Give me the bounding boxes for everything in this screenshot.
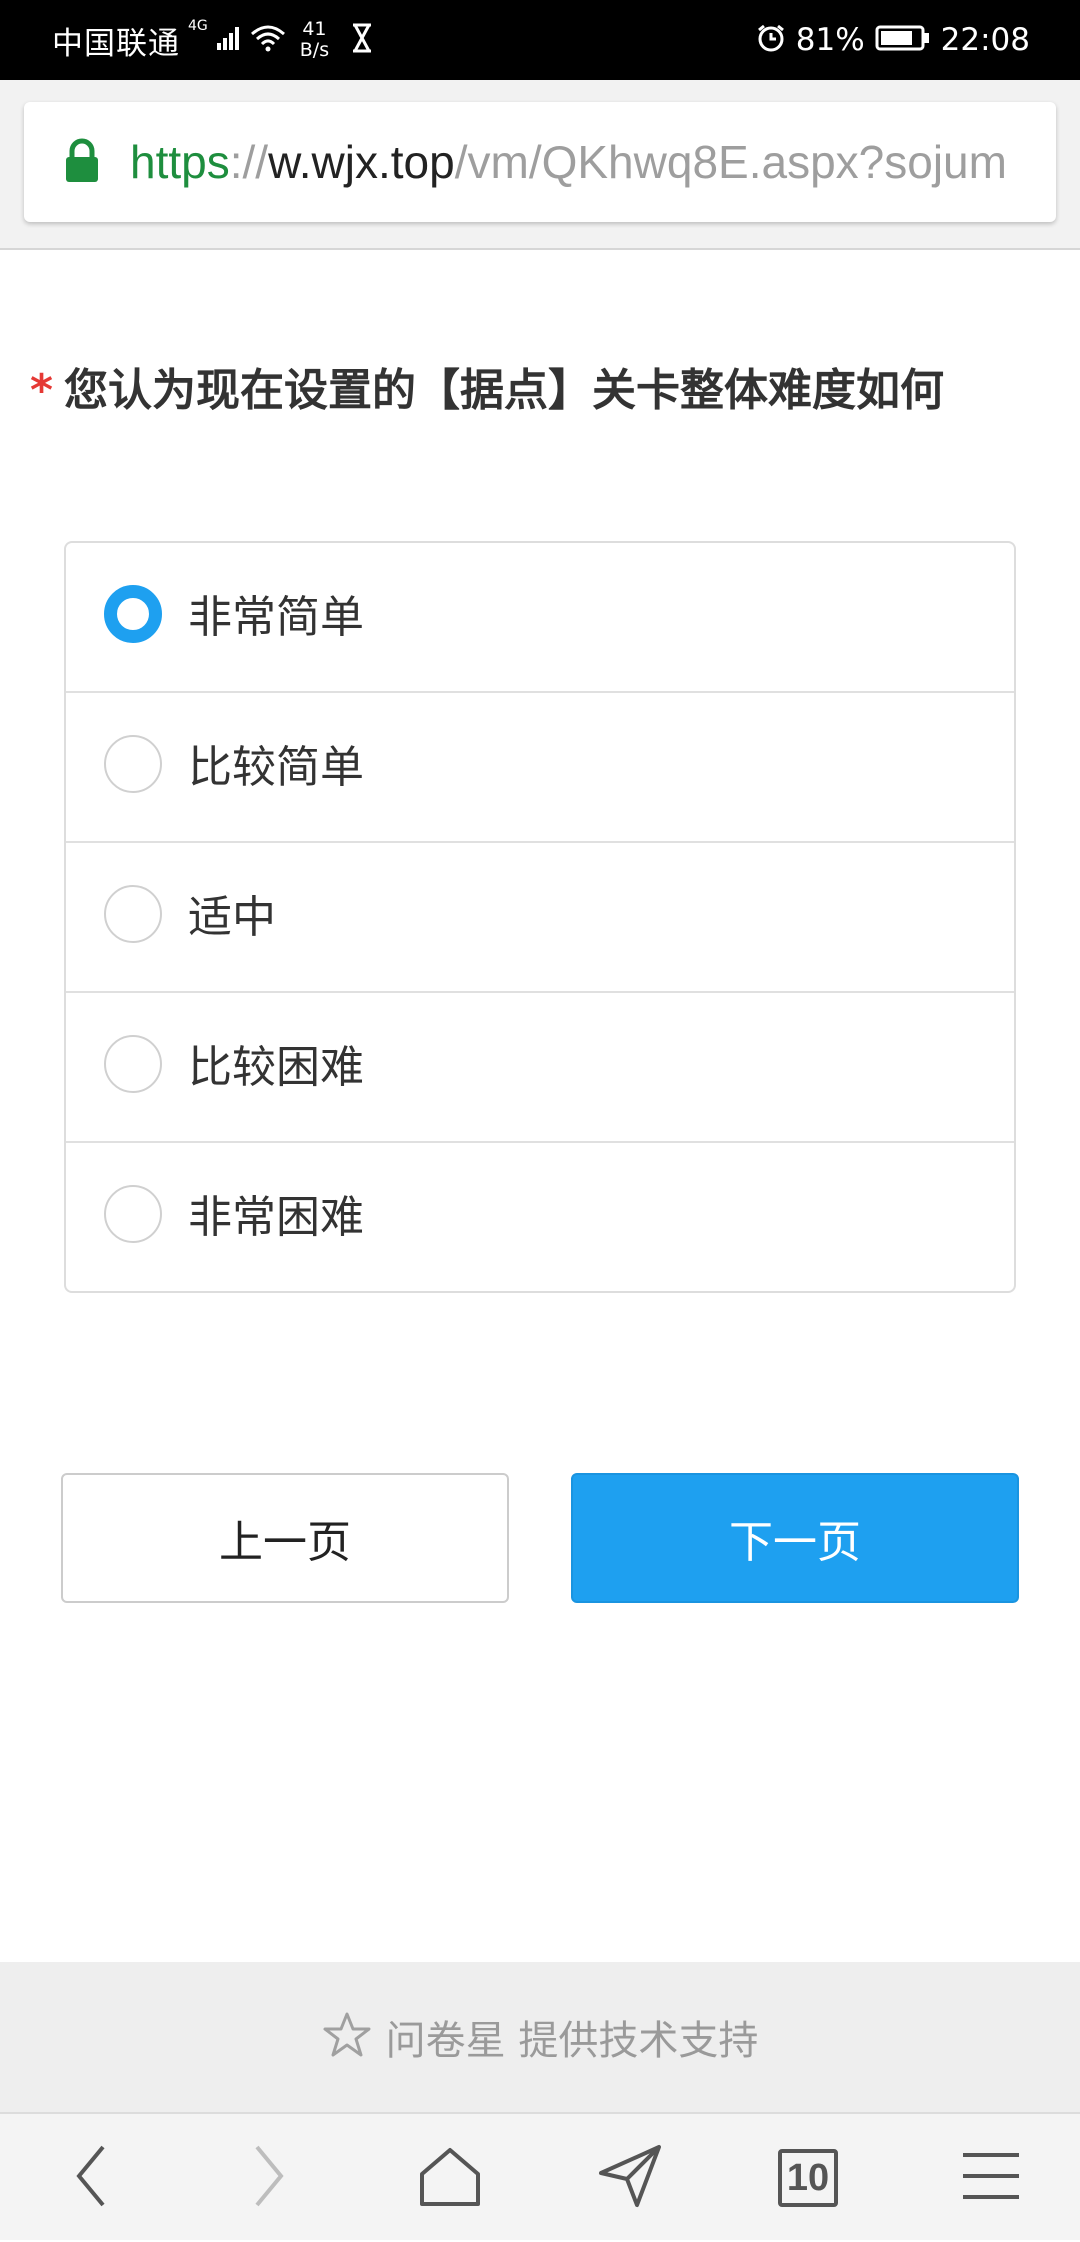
signal-icon xyxy=(216,25,242,55)
status-bar-left: 中国联通 4G 41 B/s xyxy=(52,0,373,80)
option-very-easy[interactable]: 非常简单 xyxy=(66,543,1014,693)
address-bar[interactable]: https://w.wjx.top/vm/QKhwq8E.aspx?sojum xyxy=(24,102,1056,222)
option-moderate[interactable]: 适中 xyxy=(66,843,1014,993)
lock-icon xyxy=(64,138,100,188)
battery-percent: 81% xyxy=(795,22,865,58)
radio-button[interactable] xyxy=(104,585,162,643)
question-text: 您认为现在设置的【据点】关卡整体难度如何 xyxy=(64,365,944,416)
footer: 问卷星 提供技术支持 xyxy=(0,1962,1080,2112)
carrier-name: 中国联通 xyxy=(52,25,180,62)
back-button[interactable] xyxy=(16,2114,166,2242)
wifi-icon xyxy=(250,24,286,56)
status-bar: 中国联通 4G 41 B/s 81% 22:08 xyxy=(0,0,1080,80)
next-page-button[interactable]: 下一页 xyxy=(571,1473,1019,1603)
forward-button[interactable] xyxy=(194,2114,344,2242)
url-separator: :// xyxy=(229,136,269,188)
option-label: 适中 xyxy=(188,892,276,943)
option-fairly-hard[interactable]: 比较困难 xyxy=(66,993,1014,1143)
network-speed: 41 B/s xyxy=(300,19,329,61)
option-label: 比较困难 xyxy=(188,1042,364,1093)
send-icon xyxy=(597,2143,663,2213)
radio-button[interactable] xyxy=(104,735,162,793)
browser-toolbar: https://w.wjx.top/vm/QKhwq8E.aspx?sojum xyxy=(0,80,1080,250)
url-host: w.wjx.top xyxy=(268,136,455,188)
battery-icon xyxy=(875,24,931,56)
option-label: 比较简单 xyxy=(188,742,364,793)
footer-text[interactable]: 问卷星 提供技术支持 xyxy=(386,2008,759,2066)
speed-value: 41 xyxy=(302,18,327,40)
option-list: 非常简单 比较简单 适中 比较困难 非常困难 xyxy=(64,541,1016,1293)
tabs-icon: 10 xyxy=(778,2149,838,2207)
required-mark: * xyxy=(30,365,54,416)
chevron-left-icon xyxy=(71,2143,111,2213)
url-text: https://w.wjx.top/vm/QKhwq8E.aspx?sojum xyxy=(130,102,1056,222)
menu-button[interactable] xyxy=(916,2114,1066,2242)
tabs-button[interactable]: 10 xyxy=(733,2114,883,2242)
url-path: /vm/QKhwq8E.aspx?sojum xyxy=(454,136,1007,188)
tab-count: 10 xyxy=(786,2157,830,2199)
radio-button[interactable] xyxy=(104,1035,162,1093)
option-label: 非常简单 xyxy=(188,592,364,643)
option-fairly-easy[interactable]: 比较简单 xyxy=(66,693,1014,843)
clock: 22:08 xyxy=(940,22,1030,58)
radio-button[interactable] xyxy=(104,885,162,943)
network-type: 4G xyxy=(188,18,208,34)
home-icon xyxy=(418,2144,482,2212)
status-bar-right: 81% 22:08 xyxy=(756,0,1030,80)
question-title: * 您认为现在设置的【据点】关卡整体难度如何 xyxy=(30,356,1020,426)
prev-page-button[interactable]: 上一页 xyxy=(61,1473,509,1603)
radio-button[interactable] xyxy=(104,1185,162,1243)
speed-unit: B/s xyxy=(299,39,330,61)
option-very-hard[interactable]: 非常困难 xyxy=(66,1143,1014,1293)
browser-bottom-nav: 10 xyxy=(0,2112,1080,2240)
home-button[interactable] xyxy=(375,2114,525,2242)
alarm-icon xyxy=(756,23,786,57)
hamburger-icon xyxy=(961,2151,1021,2205)
star-icon xyxy=(322,2010,372,2064)
chevron-right-icon xyxy=(249,2143,289,2213)
hourglass-icon xyxy=(351,23,373,57)
share-button[interactable] xyxy=(555,2114,705,2242)
url-scheme: https xyxy=(130,136,230,188)
option-label: 非常困难 xyxy=(188,1192,364,1243)
